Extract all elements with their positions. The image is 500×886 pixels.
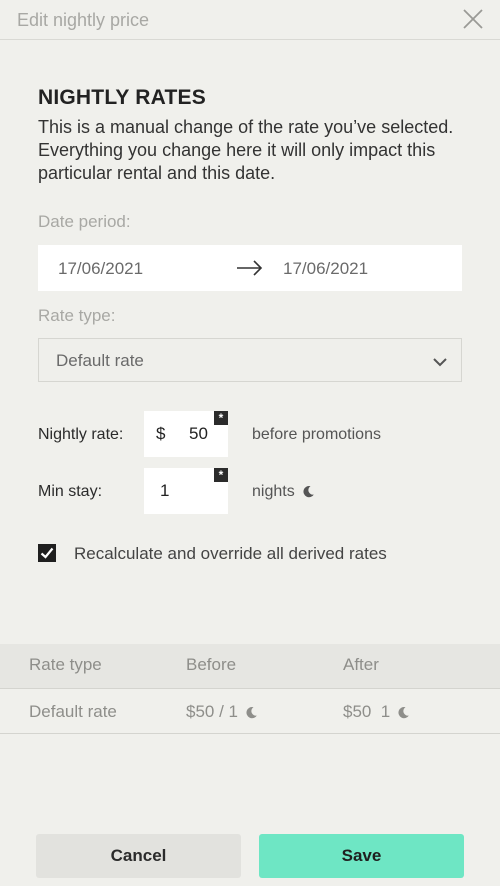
- after-cell: $50 1: [343, 702, 410, 724]
- min-stay-input[interactable]: 1 *: [144, 468, 228, 514]
- min-stay-suffix-label: nights: [252, 483, 295, 500]
- recalculate-checkbox[interactable]: [38, 544, 56, 562]
- date-to[interactable]: 17/06/2021: [283, 259, 368, 279]
- before-cell: $50 / 1: [186, 702, 258, 724]
- modal-header: Edit nightly price: [0, 0, 500, 40]
- rate-type-cell: Default rate: [29, 702, 117, 721]
- chevron-down-icon: [433, 354, 447, 372]
- nightly-rate-value: 50: [189, 424, 208, 443]
- min-stay-value: 1: [160, 481, 170, 500]
- currency-symbol: $: [156, 424, 166, 443]
- nightly-rate-input[interactable]: $ 50 *: [144, 411, 228, 457]
- before-value: $50 / 1: [186, 702, 238, 721]
- min-stay-suffix: nights: [252, 483, 315, 503]
- checkmark-icon: [40, 547, 54, 559]
- modal-title: Edit nightly price: [17, 10, 150, 30]
- date-from[interactable]: 17/06/2021: [58, 259, 143, 279]
- cancel-button[interactable]: Cancel: [36, 834, 241, 878]
- section-description: This is a manual change of the rate you’…: [38, 117, 454, 183]
- date-period-field[interactable]: 17/06/2021 17/06/2021: [38, 245, 462, 291]
- moon-icon: [245, 704, 258, 724]
- required-badge: *: [214, 411, 228, 425]
- table-row: Default rate $50 / 1 $50 1: [0, 690, 500, 734]
- nightly-rate-label: Nightly rate:: [38, 426, 124, 443]
- moon-icon: [397, 704, 410, 724]
- after-value: $50 1: [343, 702, 391, 721]
- required-badge: *: [214, 468, 228, 482]
- close-icon[interactable]: [462, 8, 484, 30]
- min-stay-label: Min stay:: [38, 483, 103, 500]
- date-period-label: Date period:: [38, 212, 131, 231]
- moon-icon: [302, 485, 315, 503]
- rate-type-selected: Default rate: [56, 351, 144, 370]
- nightly-rate-suffix: before promotions: [252, 426, 381, 443]
- section-title: NIGHTLY RATES: [38, 86, 206, 109]
- column-header: After: [343, 655, 379, 674]
- rate-type-select[interactable]: Default rate: [38, 338, 462, 382]
- table-header: Rate type Before After: [0, 644, 500, 689]
- recalculate-label[interactable]: Recalculate and override all derived rat…: [74, 544, 387, 564]
- rate-type-label: Rate type:: [38, 306, 116, 325]
- column-header: Before: [186, 655, 237, 674]
- save-button[interactable]: Save: [259, 834, 464, 878]
- arrow-right-icon: [236, 259, 264, 282]
- column-header: Rate type: [29, 655, 102, 674]
